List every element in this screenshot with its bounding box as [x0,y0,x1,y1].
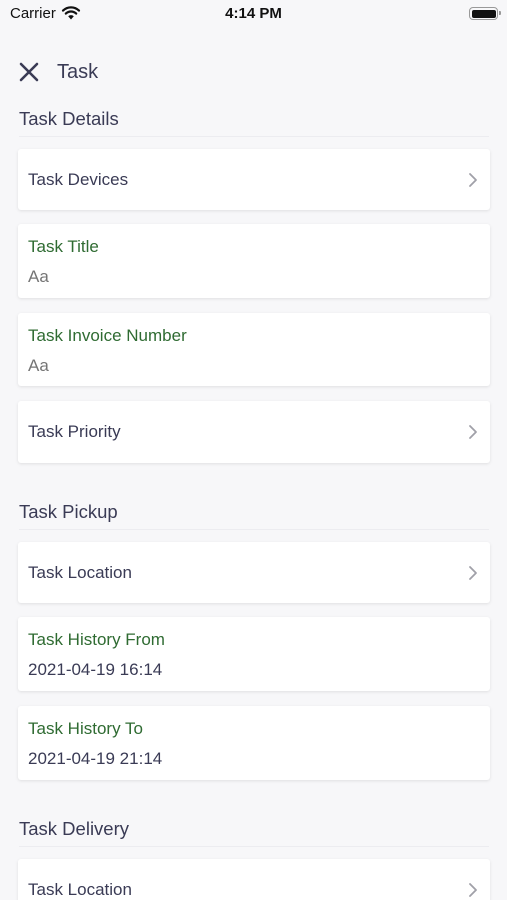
section-divider [19,846,489,847]
pickup-task-location-row[interactable]: Task Location [18,542,490,603]
close-icon[interactable] [17,60,41,84]
task-priority-row[interactable]: Task Priority [18,401,490,463]
task-history-to-label: Task History To [28,719,143,738]
section-title-task-pickup: Task Pickup [19,501,118,522]
task-priority-label: Task Priority [28,422,121,441]
task-history-to-value: 2021-04-19 21:14 [28,749,163,768]
pickup-task-location-label: Task Location [28,562,132,582]
task-history-from-label: Task History From [28,630,165,649]
section-divider [19,529,489,530]
task-devices-row[interactable]: Task Devices [18,149,490,210]
task-devices-label: Task Devices [28,169,129,189]
task-history-from-value: 2021-04-19 16:14 [28,660,163,679]
status-time: 4:14 PM [225,5,282,22]
task-invoice-number-input[interactable] [28,356,468,376]
task-history-to-field[interactable]: Task History To 2021-04-19 21:14 [18,706,490,780]
delivery-task-location-row[interactable]: Task Location [18,859,490,900]
chevron-right-icon [469,882,477,897]
task-title-input[interactable] [28,267,468,287]
task-history-from-field[interactable]: Task History From 2021-04-19 16:14 [18,617,490,691]
status-bar: Carrier 4:14 PM [0,0,507,28]
screen: Carrier 4:14 PM Task Task Details Task D… [0,0,507,900]
task-title-field[interactable]: Task Title [18,224,490,298]
task-title-label: Task Title [28,237,99,256]
delivery-task-location-label: Task Location [28,879,132,899]
battery-icon [469,7,501,20]
task-invoice-number-label: Task Invoice Number [28,326,187,345]
page-title: Task [57,61,99,83]
section-divider [19,136,489,137]
chevron-right-icon [469,172,477,187]
section-title-task-details: Task Details [19,108,119,129]
section-title-task-delivery: Task Delivery [19,818,129,839]
chevron-right-icon [469,565,477,580]
chevron-right-icon [469,425,477,439]
task-invoice-number-field[interactable]: Task Invoice Number [18,313,490,386]
